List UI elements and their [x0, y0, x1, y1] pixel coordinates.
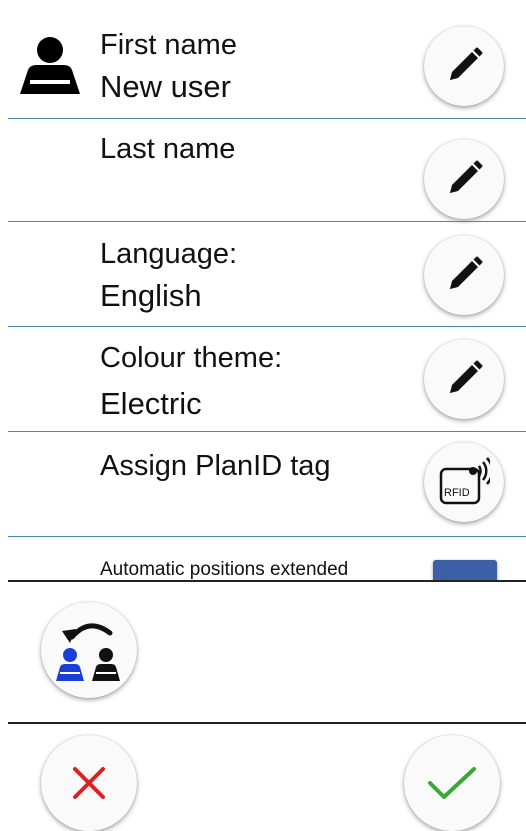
- assign-planid-button[interactable]: RFID: [424, 442, 504, 522]
- row-colour-theme: Colour theme: Electric: [0, 327, 526, 431]
- edit-language-button[interactable]: [424, 235, 504, 315]
- pencil-icon: [442, 157, 486, 201]
- language-value: English: [100, 278, 202, 313]
- divider: [8, 580, 526, 582]
- settings-list: First name New user Last name Language: …: [0, 0, 526, 580]
- rfid-text: RFID: [444, 487, 470, 499]
- colour-theme-label: Colour theme:: [100, 342, 283, 374]
- row-assign-planid: Assign PlanID tag RFID: [0, 432, 526, 536]
- switch-user-button[interactable]: [41, 602, 137, 698]
- language-label: Language:: [100, 238, 238, 270]
- row-first-name: First name New user: [0, 0, 526, 118]
- edit-last-name-button[interactable]: [424, 139, 504, 219]
- confirm-button[interactable]: [404, 735, 500, 831]
- switch-user-icon: [52, 617, 126, 683]
- row-language: Language: English: [0, 222, 526, 326]
- row-last-name: Last name: [0, 119, 526, 221]
- edit-colour-theme-button[interactable]: [424, 339, 504, 419]
- pencil-icon: [442, 44, 486, 88]
- automatic-positions-label: Automatic positions extended: [100, 559, 349, 580]
- last-name-label: Last name: [100, 133, 236, 165]
- pencil-icon: [442, 253, 486, 297]
- divider: [8, 722, 526, 724]
- user-icon: [16, 36, 84, 101]
- pencil-icon: [442, 357, 486, 401]
- close-icon: [69, 763, 109, 803]
- cancel-button[interactable]: [41, 735, 137, 831]
- rfid-icon: RFID: [438, 457, 490, 507]
- divider: [8, 536, 526, 537]
- first-name-label: First name: [100, 29, 237, 61]
- first-name-value: New user: [100, 69, 231, 104]
- assign-planid-label: Assign PlanID tag: [100, 450, 331, 482]
- edit-first-name-button[interactable]: [424, 26, 504, 106]
- check-icon: [426, 763, 478, 803]
- automatic-positions-toggle[interactable]: [433, 560, 497, 580]
- bottom-panel: [0, 580, 526, 831]
- colour-theme-value: Electric: [100, 386, 202, 421]
